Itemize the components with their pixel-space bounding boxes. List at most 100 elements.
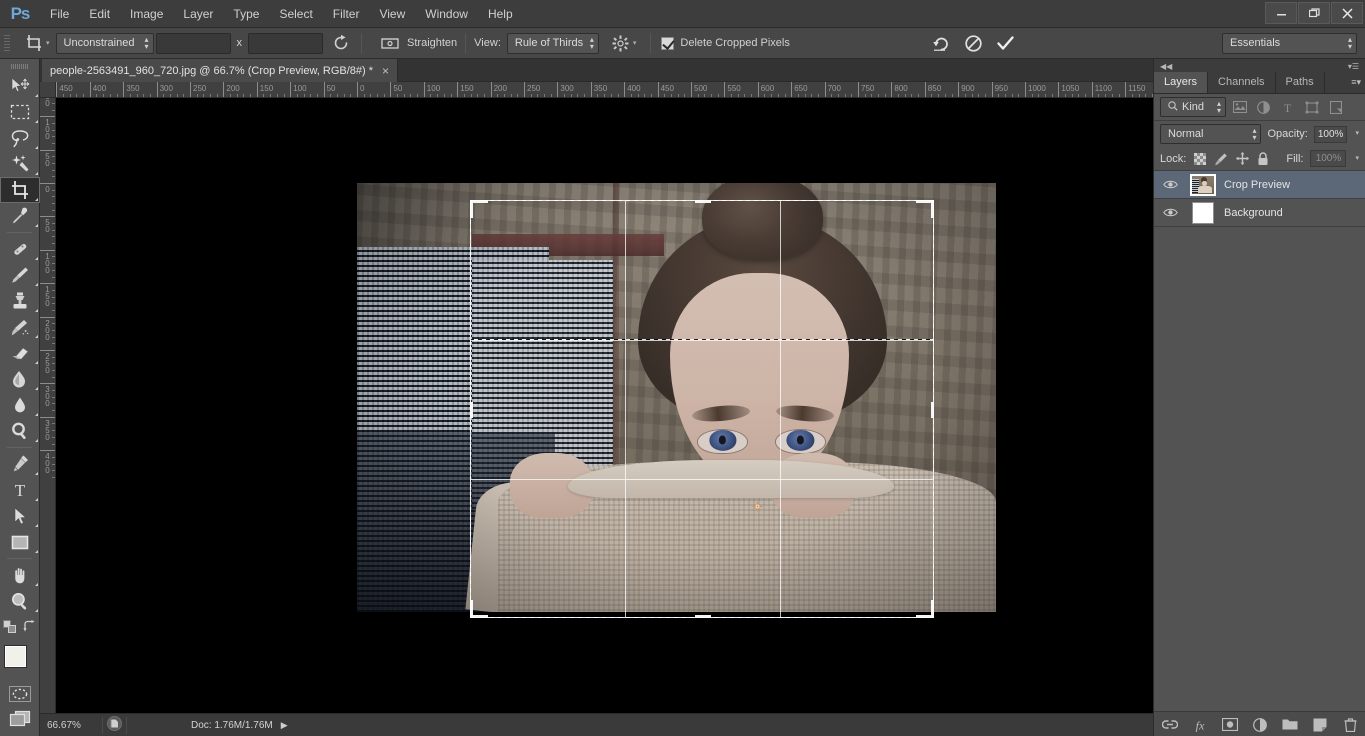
ruler-origin-corner[interactable]: [40, 82, 56, 98]
foreground-color-swatch[interactable]: [5, 646, 26, 667]
collapse-panels-icon[interactable]: ◀◀ ▾☰: [1154, 59, 1365, 73]
menu-file[interactable]: File: [40, 0, 79, 28]
path-selection-tool[interactable]: [0, 503, 40, 529]
menu-image[interactable]: Image: [120, 0, 173, 28]
panel-options-menu-icon[interactable]: ≡▾: [1351, 77, 1361, 88]
spot-healing-brush-tool[interactable]: [0, 236, 40, 262]
delete-cropped-pixels-checkbox[interactable]: Delete Cropped Pixels: [661, 36, 790, 50]
rectangle-tool[interactable]: [0, 529, 40, 555]
filter-pixel-icon[interactable]: [1229, 97, 1250, 117]
rectangular-marquee-tool[interactable]: [0, 99, 40, 125]
filter-smart-object-icon[interactable]: [1325, 97, 1346, 117]
close-icon[interactable]: ×: [382, 65, 389, 77]
lock-image-pixels-icon[interactable]: [1214, 152, 1228, 166]
horizontal-ruler[interactable]: 450 400 350 300 250 200 150 100 50 0 50 100 150 200 25…: [56, 82, 1153, 98]
fill-stepper-icon[interactable]: ▾: [1353, 155, 1359, 162]
lasso-tool[interactable]: [0, 125, 40, 151]
crop-view-select[interactable]: Rule of Thirds ▴ ▾: [506, 32, 599, 54]
new-group-icon[interactable]: [1282, 717, 1298, 733]
document-status-icon[interactable]: [107, 716, 122, 734]
workspace-select[interactable]: Essentials ▴ ▾: [1222, 32, 1357, 54]
lock-all-icon[interactable]: [1256, 151, 1270, 166]
close-button[interactable]: [1331, 2, 1363, 24]
crop-handle-middle-bottom[interactable]: [695, 615, 711, 618]
filter-shape-icon[interactable]: [1301, 97, 1322, 117]
clone-stamp-tool[interactable]: [0, 288, 40, 314]
minimize-button[interactable]: [1265, 2, 1297, 24]
layer-row-crop-preview[interactable]: Crop Preview: [1154, 171, 1365, 199]
blend-mode-select[interactable]: Normal ▴ ▾: [1160, 124, 1262, 144]
crop-center-target-icon[interactable]: [752, 501, 763, 512]
crop-options-gear-icon[interactable]: [607, 30, 635, 56]
eyedropper-tool[interactable]: [0, 203, 40, 229]
dodge-tool[interactable]: [0, 418, 40, 444]
zoom-tool[interactable]: [0, 588, 40, 614]
brush-tool[interactable]: [0, 262, 40, 288]
crop-width-field[interactable]: [155, 32, 231, 54]
toolbox-collapse-handle[interactable]: [0, 59, 39, 73]
pen-tool[interactable]: [0, 451, 40, 477]
hand-tool[interactable]: [0, 562, 40, 588]
layer-row-background[interactable]: Background: [1154, 199, 1365, 227]
panel-menu-icon[interactable]: ▾☰: [1348, 62, 1359, 71]
status-expand-arrow-icon[interactable]: ▶: [281, 720, 288, 731]
quick-selection-tool[interactable]: [0, 151, 40, 177]
link-layers-icon[interactable]: [1162, 717, 1178, 733]
new-adjustment-layer-icon[interactable]: [1252, 717, 1268, 733]
layer-visibility-toggle[interactable]: [1158, 179, 1182, 190]
fill-value-field[interactable]: 100%: [1310, 150, 1347, 167]
crop-tool-icon[interactable]: [20, 30, 48, 56]
commit-checkmark-icon[interactable]: [992, 30, 1018, 56]
lock-position-icon[interactable]: [1235, 152, 1249, 166]
layer-visibility-toggle[interactable]: [1158, 207, 1182, 218]
reset-icon[interactable]: [928, 30, 954, 56]
swap-dimensions-icon[interactable]: [329, 31, 353, 55]
crop-tool-preset-caret-icon[interactable]: ▾: [46, 39, 50, 47]
move-tool[interactable]: [0, 73, 40, 99]
layer-thumbnail-cell[interactable]: [1182, 173, 1224, 196]
document-image[interactable]: [357, 183, 996, 612]
menu-window[interactable]: Window: [415, 0, 478, 28]
gradient-tool[interactable]: [0, 366, 40, 392]
menu-type[interactable]: Type: [223, 0, 269, 28]
gear-caret-icon[interactable]: ▾: [633, 39, 637, 47]
zoom-level-field[interactable]: 66.67%: [44, 717, 98, 733]
add-layer-mask-icon[interactable]: [1222, 717, 1238, 733]
layer-filter-kind-select[interactable]: Kind ▴ ▾: [1160, 97, 1226, 117]
menu-view[interactable]: View: [369, 0, 415, 28]
menu-help[interactable]: Help: [478, 0, 523, 28]
vertical-ruler[interactable]: 150 100 50 0 50 100 150 200 250 300 350 400: [40, 98, 56, 713]
default-colors-icon[interactable]: [3, 620, 16, 636]
canvas-area[interactable]: [56, 98, 1153, 713]
tab-channels[interactable]: Channels: [1208, 72, 1276, 93]
quick-mask-icon[interactable]: [0, 682, 40, 706]
crop-ratio-select[interactable]: Unconstrained ▴ ▾: [55, 32, 154, 54]
eraser-tool[interactable]: [0, 340, 40, 366]
menu-edit[interactable]: Edit: [79, 0, 120, 28]
new-layer-icon[interactable]: [1312, 717, 1328, 733]
restore-button[interactable]: [1298, 2, 1330, 24]
blur-tool[interactable]: [0, 392, 40, 418]
menu-select[interactable]: Select: [269, 0, 322, 28]
filter-adjustment-icon[interactable]: [1253, 97, 1274, 117]
crop-tool[interactable]: [0, 177, 40, 203]
menu-layer[interactable]: Layer: [173, 0, 223, 28]
layer-styles-fx-icon[interactable]: fx: [1192, 717, 1208, 733]
crop-handle-bottom-left[interactable]: [470, 615, 488, 618]
opacity-stepper-icon[interactable]: ▾: [1353, 130, 1359, 137]
type-tool[interactable]: T: [0, 477, 40, 503]
layer-thumbnail-cell[interactable]: [1182, 201, 1224, 224]
delete-layer-icon[interactable]: [1342, 717, 1358, 733]
screen-mode-icon[interactable]: [0, 706, 40, 730]
straighten-icon[interactable]: [376, 30, 404, 56]
options-bar-grip[interactable]: [0, 28, 14, 59]
lock-transparent-pixels-icon[interactable]: [1193, 152, 1207, 166]
swap-colors-icon[interactable]: [23, 620, 36, 636]
tab-layers[interactable]: Layers: [1154, 72, 1209, 93]
menu-filter[interactable]: Filter: [323, 0, 370, 28]
straighten-label[interactable]: Straighten: [407, 37, 457, 49]
opacity-value-field[interactable]: 100%: [1313, 125, 1348, 143]
history-brush-tool[interactable]: [0, 314, 40, 340]
document-tab[interactable]: people-2563491_960_720.jpg @ 66.7% (Crop…: [42, 59, 399, 82]
tab-paths[interactable]: Paths: [1276, 72, 1325, 93]
